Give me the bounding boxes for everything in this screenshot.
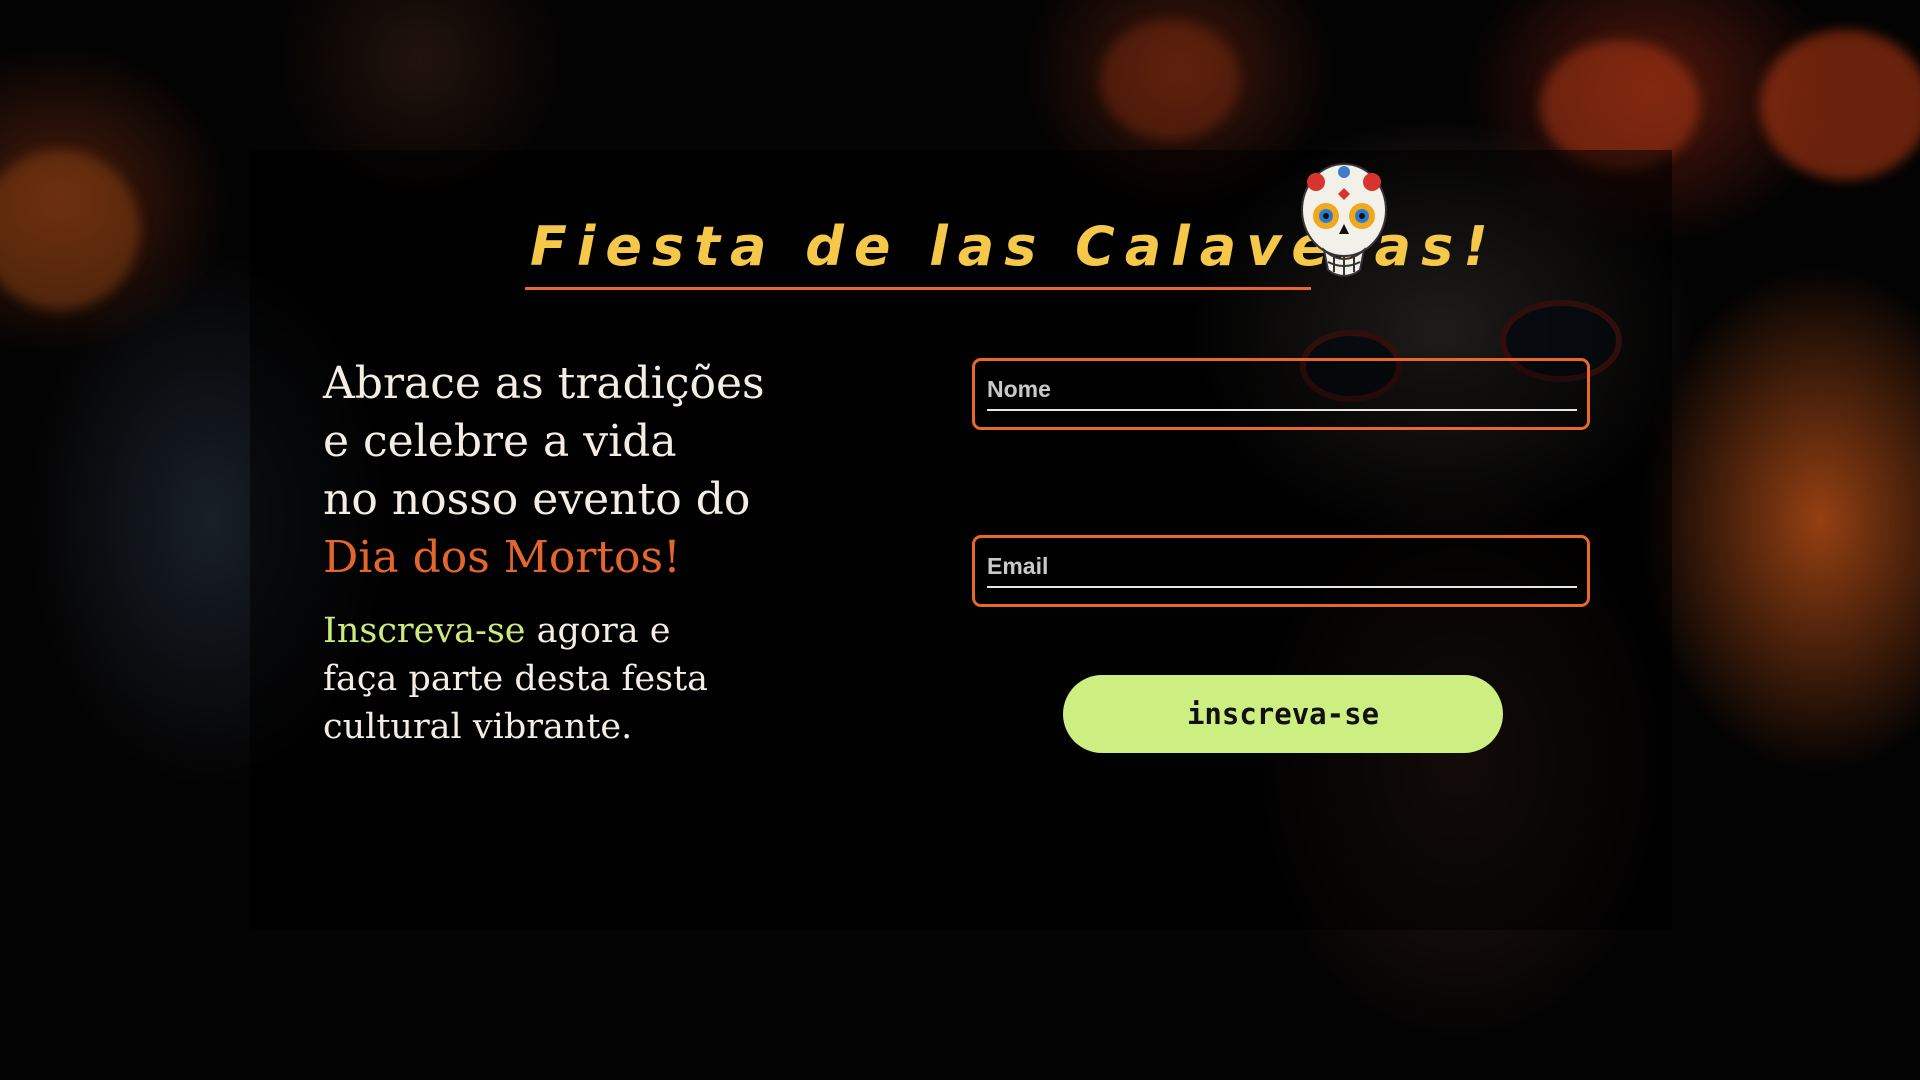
intro-copy: Abrace as tradições e celebre a vida no … bbox=[323, 355, 883, 751]
name-field-frame bbox=[972, 358, 1590, 430]
subcopy-line: cultural vibrante. bbox=[323, 707, 633, 747]
headline-accent: Dia dos Mortos! bbox=[323, 532, 681, 583]
subscribe-button[interactable]: inscreva-se bbox=[1063, 675, 1503, 753]
subcopy-line: Inscreva-se agora e bbox=[323, 607, 883, 655]
headline-line: no nosso evento do bbox=[323, 474, 751, 525]
sugar-skull-icon bbox=[1301, 163, 1387, 277]
title-underline bbox=[525, 287, 1311, 290]
subcopy-highlight: Inscreva-se bbox=[323, 611, 526, 651]
name-input[interactable] bbox=[987, 369, 1577, 411]
subcopy-line: faça parte desta festa bbox=[323, 659, 709, 699]
title-block: Fiesta de las Calaveras! bbox=[525, 205, 1488, 290]
background-flower bbox=[1760, 30, 1920, 180]
intro-headline: Abrace as tradições e celebre a vida no … bbox=[323, 355, 883, 587]
headline-line: Abrace as tradições bbox=[323, 358, 765, 409]
email-input[interactable] bbox=[987, 546, 1577, 588]
headline-line: e celebre a vida bbox=[323, 416, 677, 467]
background-flower bbox=[0, 150, 140, 310]
intro-subcopy: Inscreva-se agora e faça parte desta fes… bbox=[323, 607, 883, 751]
background-flower bbox=[1100, 20, 1240, 140]
subcopy-line-rest: agora e bbox=[525, 611, 671, 651]
email-field-frame bbox=[972, 535, 1590, 607]
page: Fiesta de las Calaveras! Abrace as tradi… bbox=[0, 0, 1920, 1080]
